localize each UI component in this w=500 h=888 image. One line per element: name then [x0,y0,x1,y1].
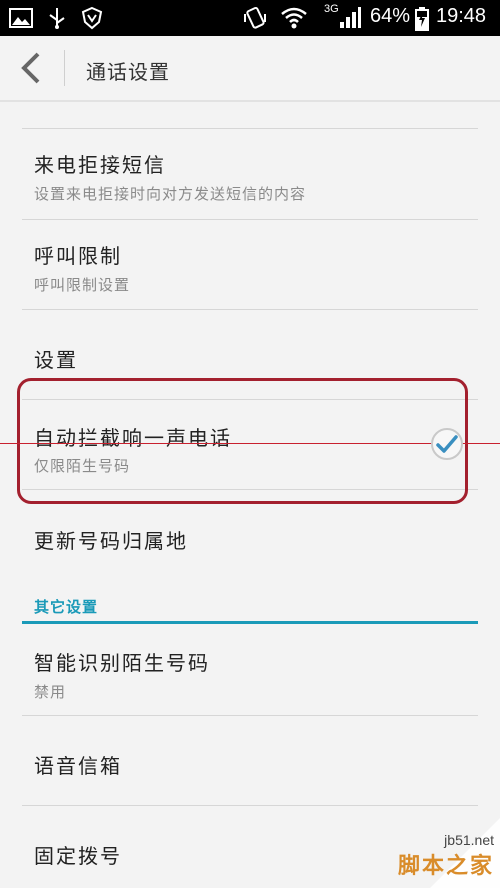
list-item-subtitle: 禁用 [34,683,67,701]
action-bar-divider [64,50,65,86]
annotation-line [0,443,500,444]
list-item-title: 呼叫限制 [34,244,122,268]
vibrate-icon [244,6,266,29]
action-bar-shadow [0,100,500,102]
back-arrow-icon[interactable] [14,50,50,86]
list-item-title: 智能识别陌生号码 [34,651,210,675]
image-icon [9,8,33,28]
watermark-name: 脚本之家 [397,854,494,879]
list-item-title: 来电拒接短信 [34,153,166,177]
list-item-subtitle: 设置来电拒接时向对方发送短信的内容 [34,185,307,203]
highlight-annotation [17,378,468,504]
usb-icon [49,8,65,29]
section-divider [22,621,478,624]
battery-charging-icon [415,7,429,31]
watermark-site: jb51.net [444,832,494,848]
clock: 19:48 [436,5,487,27]
page-title: 通话设置 [86,60,170,84]
list-item-call-reject-sms[interactable]: 来电拒接短信 设置来电拒接时向对方发送短信的内容 [0,129,500,219]
list-item-title: 固定拨号 [34,844,122,868]
watermark: jb51.net 脚本之家 [398,832,494,880]
list-item-title: 设置 [34,348,78,372]
list-item-call-restriction[interactable]: 呼叫限制 呼叫限制设置 [0,220,500,309]
battery-percent: 64% [370,5,411,27]
action-bar: 通话设置 [0,36,500,100]
list-item-title: 更新号码归属地 [34,529,188,553]
wifi-icon [281,7,307,29]
list-item-voicemail[interactable]: 语音信箱 [0,716,500,805]
list-item-smart-stranger-id[interactable]: 智能识别陌生号码 禁用 [0,625,500,715]
section-header: 其它设置 [34,598,99,616]
status-bar: 3G 64% 19:48 [0,0,500,36]
signal-icon [340,7,361,28]
list-item-subtitle: 呼叫限制设置 [34,276,131,294]
list-item-title: 语音信箱 [34,754,122,778]
shield-icon [81,6,103,30]
check-circle-icon[interactable] [430,427,464,461]
network-type: 3G [324,3,339,15]
